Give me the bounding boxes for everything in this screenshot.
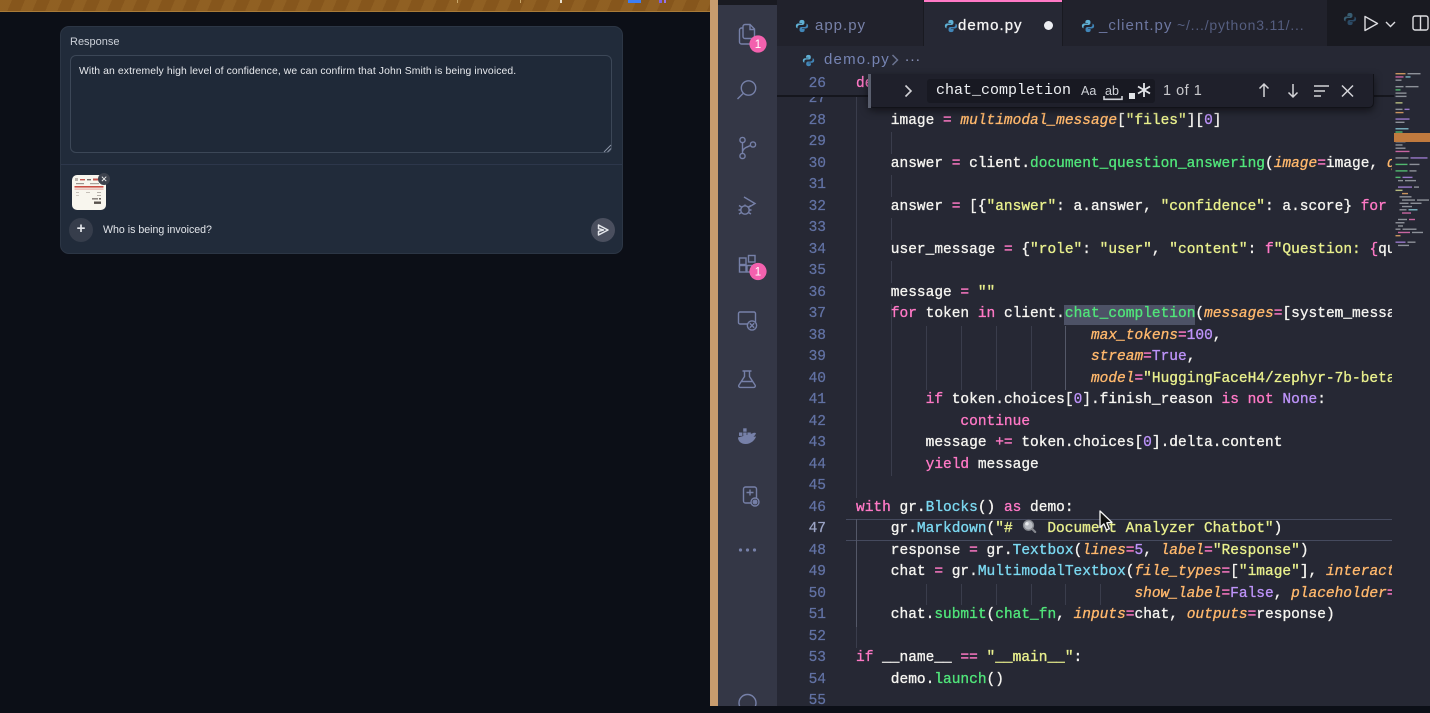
svg-text:1: 1 — [755, 39, 761, 51]
svg-text:1: 1 — [755, 267, 761, 279]
